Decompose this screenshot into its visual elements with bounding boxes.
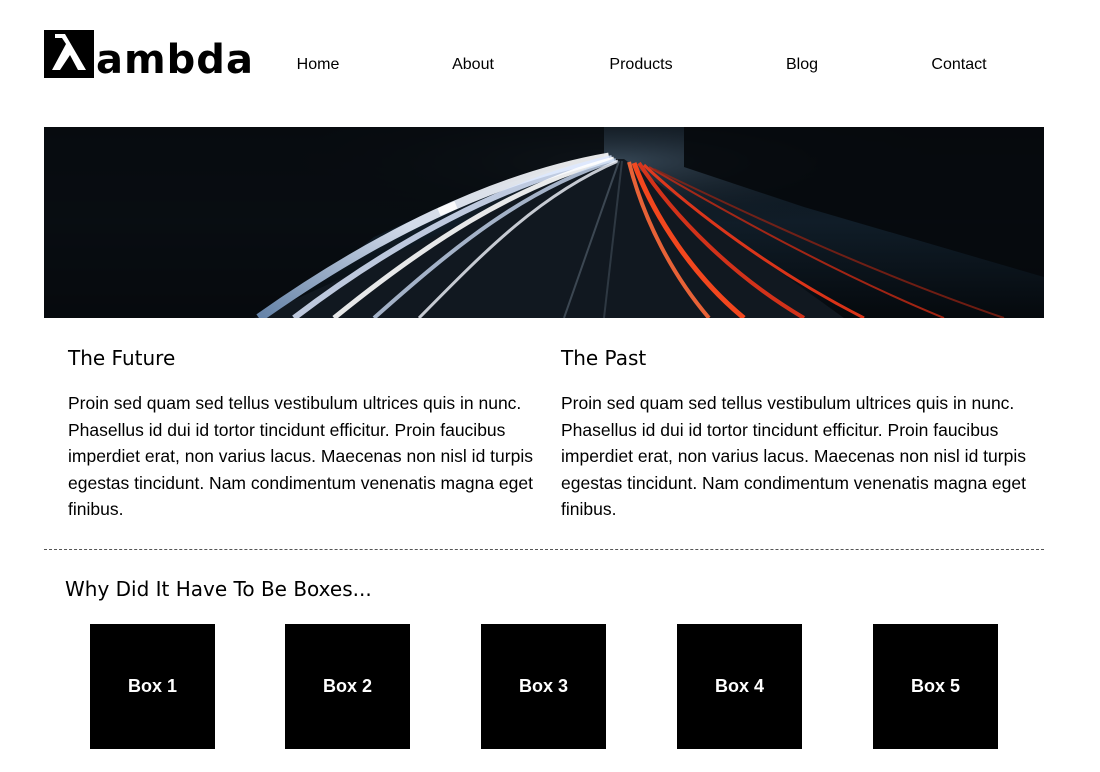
nav-link-blog[interactable]: Blog (786, 56, 818, 74)
site-logo[interactable]: ambda (44, 26, 254, 83)
column-title: The Past (561, 346, 647, 370)
column-past: The Past Proin sed quam sed tellus vesti… (561, 344, 1031, 523)
column-future: The Future Proin sed quam sed tellus ves… (68, 344, 538, 523)
nav-link-home[interactable]: Home (297, 56, 340, 74)
box-4: Box 4 (677, 624, 802, 749)
box-label: Box 1 (127, 676, 178, 696)
main-nav: Home About Products Blog Contact (244, 56, 1044, 80)
lambda-icon (44, 30, 94, 78)
nav-link-products[interactable]: Products (609, 56, 672, 74)
box-label: Box 3 (518, 676, 569, 696)
boxes-section-title: Why Did It Have To Be Boxes... (65, 577, 372, 601)
box-3: Box 3 (481, 624, 606, 749)
box-1: Box 1 (90, 624, 215, 749)
box-2: Box 2 (285, 624, 410, 749)
page: ambda Home About Products Blog Contact T… (0, 0, 1100, 772)
nav-link-contact[interactable]: Contact (931, 56, 986, 74)
site-header: ambda Home About Products Blog Contact (44, 26, 1044, 86)
hero-image (44, 127, 1044, 318)
box-label: Box 5 (910, 676, 961, 696)
logo-text: ambda (96, 37, 254, 83)
box-5: Box 5 (873, 624, 998, 749)
nav-link-about[interactable]: About (452, 56, 494, 74)
box-label: Box 4 (714, 676, 765, 696)
column-body: Proin sed quam sed tellus vestibulum ult… (561, 393, 1026, 519)
dashed-divider (44, 549, 1044, 550)
column-title: The Future (68, 346, 176, 370)
column-body: Proin sed quam sed tellus vestibulum ult… (68, 393, 533, 519)
box-label: Box 2 (322, 676, 373, 696)
